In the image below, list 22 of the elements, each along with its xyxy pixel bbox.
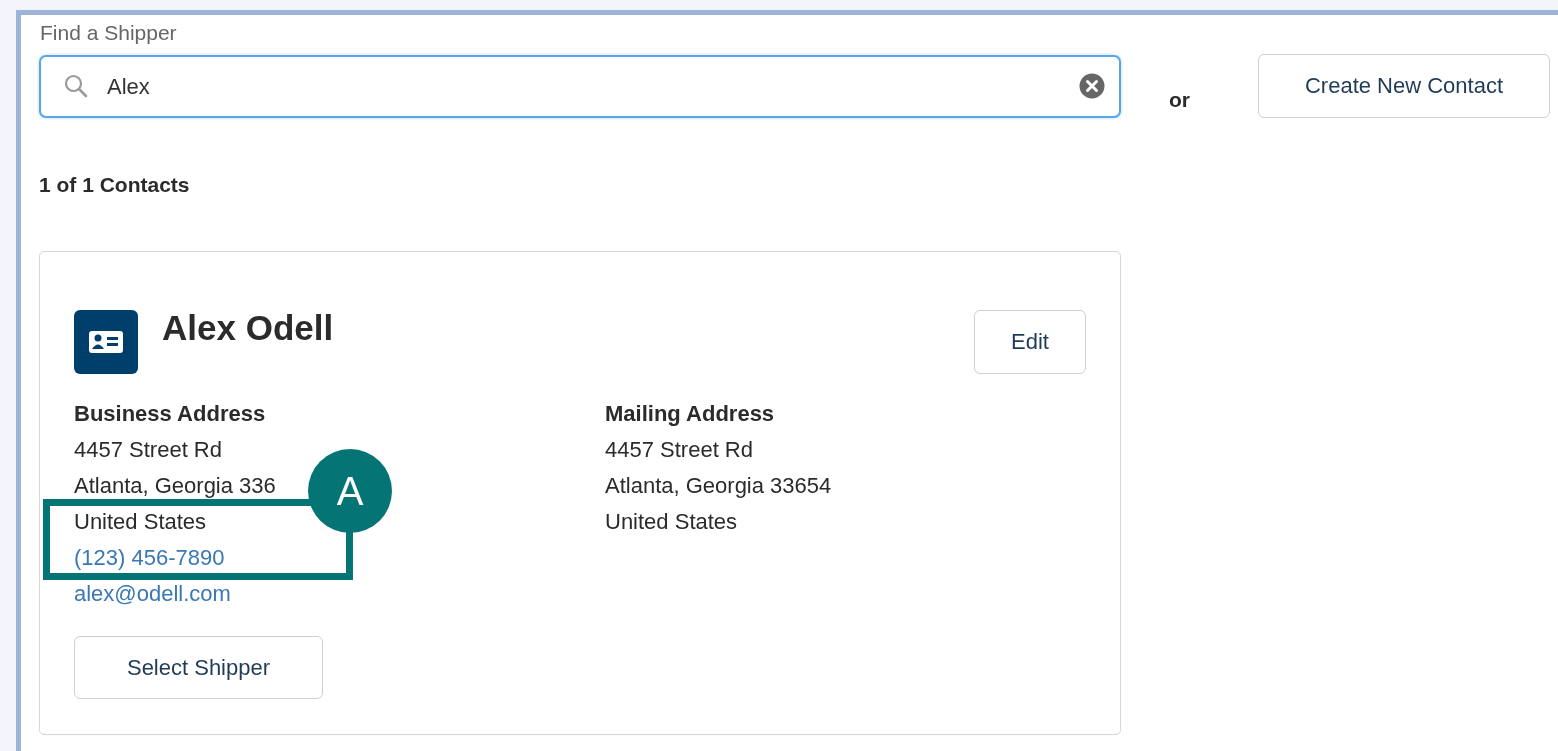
contact-card-icon [74, 310, 138, 374]
select-shipper-button[interactable]: Select Shipper [74, 636, 323, 699]
address-line: United States [74, 508, 207, 536]
email-link[interactable]: alex@odell.com [74, 581, 231, 606]
result-count: 1 of 1 Contacts [39, 172, 191, 198]
address-line: Atlanta, Georgia 33654 [605, 472, 832, 500]
separator-text: or [1169, 88, 1191, 112]
edit-button[interactable]: Edit [974, 310, 1086, 374]
address-line: 4457 Street Rd [74, 436, 222, 464]
phone-link[interactable]: (123) 456-7890 [74, 545, 225, 570]
address-line: United States [605, 508, 738, 536]
create-contact-button[interactable]: Create New Contact [1258, 54, 1550, 118]
address-heading: Mailing Address [605, 400, 776, 428]
search-icon [63, 73, 89, 99]
contact-name: Alex Odell [162, 308, 335, 348]
address-line: Atlanta, Georgia 336 [74, 472, 276, 500]
address-line: 4457 Street Rd [605, 436, 753, 464]
search-field[interactable]: Alex [39, 55, 1121, 118]
field-label: Find a Shipper [40, 20, 178, 46]
address-heading: Business Address [74, 400, 267, 428]
callout-badge: A [308, 449, 392, 533]
clear-icon [1079, 73, 1105, 99]
